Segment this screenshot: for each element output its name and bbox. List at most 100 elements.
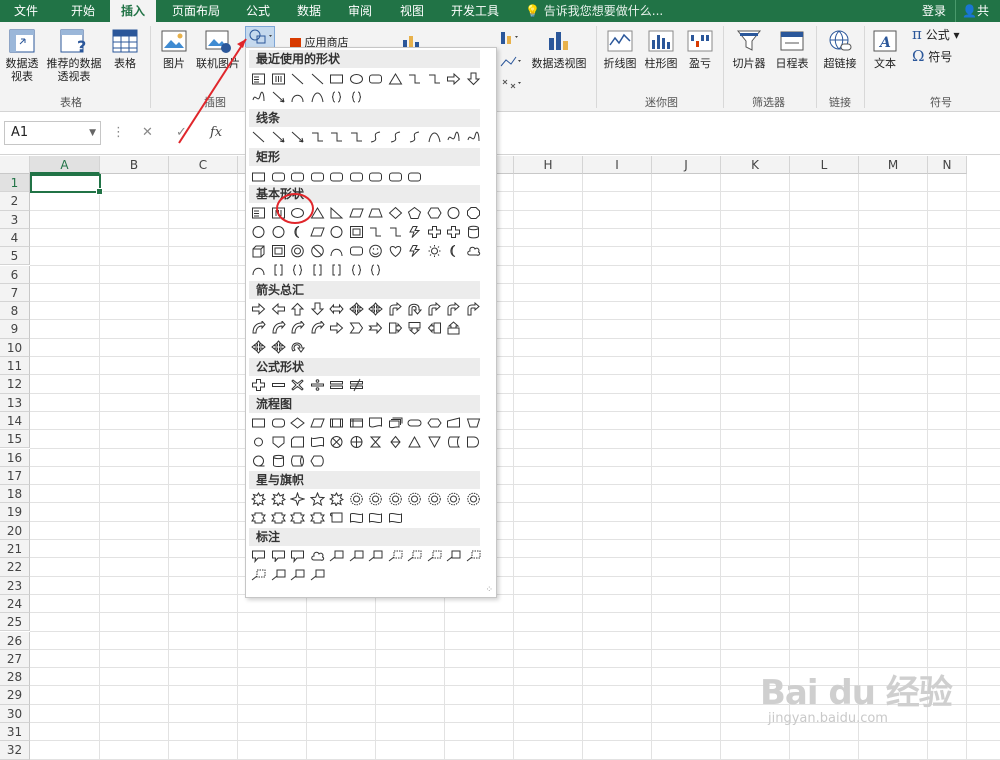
shape-sun-icon[interactable] bbox=[426, 242, 444, 260]
shape-chev-icon[interactable] bbox=[348, 319, 366, 337]
equation-button[interactable]: π 公式 ▾ bbox=[912, 27, 972, 42]
shape-quad-icon[interactable] bbox=[348, 300, 366, 318]
shape-elbow-icon[interactable] bbox=[328, 128, 346, 146]
shape-quad-icon[interactable] bbox=[270, 338, 288, 356]
row-header[interactable]: 24 bbox=[0, 594, 30, 614]
shape-flowman-icon[interactable] bbox=[445, 414, 463, 432]
column-header[interactable]: J bbox=[652, 156, 721, 174]
tab-page-layout[interactable]: 页面布局 bbox=[163, 0, 229, 22]
tell-me-box[interactable]: 💡 告诉我您想要做什么... bbox=[525, 0, 663, 22]
shape-quad-icon[interactable] bbox=[250, 338, 268, 356]
shape-moon-icon[interactable] bbox=[445, 242, 463, 260]
shape-flowcard-icon[interactable] bbox=[289, 433, 307, 451]
shape-hex-icon[interactable] bbox=[426, 204, 444, 222]
sparkline-line-button[interactable]: 折线图 bbox=[601, 28, 639, 70]
column-header[interactable]: A bbox=[30, 156, 100, 174]
shape-plus-icon[interactable] bbox=[250, 376, 268, 394]
shape-line-icon[interactable] bbox=[250, 128, 268, 146]
shape-circ-icon[interactable] bbox=[270, 223, 288, 241]
shape-can-icon[interactable] bbox=[465, 223, 483, 241]
shape-vtext-icon[interactable] bbox=[270, 70, 288, 88]
row-header[interactable]: 21 bbox=[0, 540, 30, 559]
shape-bent-icon[interactable] bbox=[445, 300, 463, 318]
shape-donut-icon[interactable] bbox=[289, 242, 307, 260]
shape-star5-icon[interactable] bbox=[309, 490, 327, 508]
shape-seal-icon[interactable] bbox=[387, 490, 405, 508]
shape-callout-icon[interactable] bbox=[250, 547, 268, 565]
shape-flowoff-icon[interactable] bbox=[270, 433, 288, 451]
shape-linecall-icon[interactable] bbox=[289, 566, 307, 584]
row-header[interactable]: 19 bbox=[0, 503, 30, 522]
shape-seal-icon[interactable] bbox=[348, 490, 366, 508]
shape-linecall-icon[interactable] bbox=[348, 547, 366, 565]
shape-flowmulti-icon[interactable] bbox=[387, 414, 405, 432]
column-header[interactable]: L bbox=[790, 156, 859, 174]
shape-flowext-icon[interactable] bbox=[406, 433, 424, 451]
shape-circ-icon[interactable] bbox=[250, 223, 268, 241]
row-header[interactable]: 15 bbox=[0, 430, 30, 449]
shape-neq-icon[interactable] bbox=[348, 376, 366, 394]
shape-scurve-icon[interactable] bbox=[387, 128, 405, 146]
shape-rrect-icon[interactable] bbox=[387, 168, 405, 186]
shape-flowterm-icon[interactable] bbox=[406, 414, 424, 432]
row-header[interactable]: 30 bbox=[0, 704, 30, 723]
shape-elbow-icon[interactable] bbox=[387, 223, 405, 241]
shape-para-icon[interactable] bbox=[348, 204, 366, 222]
shape-frame-icon[interactable] bbox=[270, 242, 288, 260]
cancel-icon[interactable]: ✕ bbox=[142, 121, 153, 145]
shape-diam-icon[interactable] bbox=[387, 204, 405, 222]
column-header[interactable]: H bbox=[514, 156, 583, 174]
resize-grip-icon[interactable]: ⁘ bbox=[485, 585, 493, 595]
shape-ribbon-icon[interactable] bbox=[270, 509, 288, 527]
shape-curvedR-icon[interactable] bbox=[309, 319, 327, 337]
shape-curve-icon[interactable] bbox=[426, 128, 444, 146]
shape-elbow-icon[interactable] bbox=[348, 128, 366, 146]
sparkline-winloss-button[interactable]: 盈亏 bbox=[683, 28, 717, 70]
shape-flowconn-icon[interactable] bbox=[250, 433, 268, 451]
shape-bracket-icon[interactable] bbox=[309, 261, 327, 279]
shape-notched-icon[interactable] bbox=[367, 319, 385, 337]
row-header[interactable]: 16 bbox=[0, 448, 30, 467]
column-header[interactable]: I bbox=[583, 156, 652, 174]
shape-flowdisp-icon[interactable] bbox=[309, 452, 327, 470]
shape-curvedR-icon[interactable] bbox=[289, 319, 307, 337]
share-button[interactable]: 👤共享 bbox=[955, 0, 1000, 40]
shape-linecall-icon[interactable] bbox=[367, 547, 385, 565]
shape-linecall2-icon[interactable] bbox=[250, 566, 268, 584]
shape-ribbon-icon[interactable] bbox=[309, 509, 327, 527]
column-header[interactable]: B bbox=[100, 156, 169, 174]
name-box[interactable]: A1 ▼ bbox=[4, 121, 101, 145]
shape-curvedR-icon[interactable] bbox=[250, 319, 268, 337]
shape-arrowline-icon[interactable] bbox=[270, 128, 288, 146]
shape-flowtape-icon[interactable] bbox=[309, 433, 327, 451]
shape-free-icon[interactable] bbox=[465, 128, 483, 146]
shape-flowdoc-icon[interactable] bbox=[367, 414, 385, 432]
shape-flowprep-icon[interactable] bbox=[426, 414, 444, 432]
column-header[interactable]: N bbox=[928, 156, 967, 174]
shape-flowdirect-icon[interactable] bbox=[289, 452, 307, 470]
shape-flowsum-icon[interactable] bbox=[328, 433, 346, 451]
shape-line-icon[interactable] bbox=[289, 70, 307, 88]
row-header[interactable]: 9 bbox=[0, 320, 30, 339]
row-header[interactable]: 26 bbox=[0, 631, 30, 650]
shape-flowdelay-icon[interactable] bbox=[465, 433, 483, 451]
shape-circArrow-icon[interactable] bbox=[289, 338, 307, 356]
shape-elbow-icon[interactable] bbox=[367, 223, 385, 241]
shape-circ-icon[interactable] bbox=[328, 223, 346, 241]
shape-arrowL-icon[interactable] bbox=[270, 300, 288, 318]
charts-scatter-icon-button[interactable] bbox=[498, 76, 524, 95]
row-header[interactable]: 23 bbox=[0, 576, 30, 595]
shape-flowint-icon[interactable] bbox=[348, 414, 366, 432]
shape-arrowR-icon[interactable] bbox=[445, 70, 463, 88]
pivot-table-button[interactable]: 数据透视表 bbox=[4, 28, 40, 83]
column-header[interactable]: K bbox=[721, 156, 790, 174]
row-header[interactable]: 22 bbox=[0, 558, 30, 577]
shape-linecall2-icon[interactable] bbox=[426, 547, 444, 565]
shape-eq-icon[interactable] bbox=[328, 376, 346, 394]
shape-pent-icon[interactable] bbox=[406, 204, 424, 222]
shape-linecall2-icon[interactable] bbox=[406, 547, 424, 565]
picture-button[interactable]: 图片 bbox=[157, 28, 191, 70]
column-header[interactable]: M bbox=[859, 156, 928, 174]
shape-callout2-icon[interactable] bbox=[270, 547, 288, 565]
shape-noSym-icon[interactable] bbox=[309, 242, 327, 260]
